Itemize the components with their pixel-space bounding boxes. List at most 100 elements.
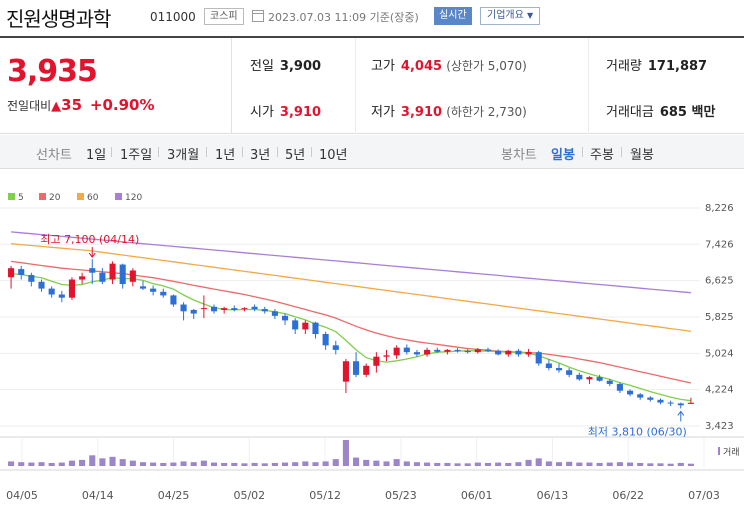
candle-body xyxy=(160,291,167,296)
volume-bar xyxy=(606,462,613,466)
volume-bar xyxy=(48,462,55,466)
volume-bar xyxy=(89,455,96,466)
x-tick-label: 06/22 xyxy=(612,489,644,502)
volume-bar xyxy=(282,462,289,466)
x-tick-label: 05/12 xyxy=(309,489,341,502)
company-overview-button[interactable]: 기업개요 ▼ xyxy=(480,7,541,25)
price-block: 3,935 전일대비▲35 +0.90% xyxy=(0,38,232,134)
volume-bar xyxy=(403,461,410,466)
price-chart[interactable]: 5 20 60 120 최고 7,100 (04/14) 최저 3,810 (06/30… xyxy=(0,170,744,513)
period-1d[interactable]: 1일 xyxy=(86,144,106,163)
candle-body xyxy=(393,347,400,356)
low-price: 저가 3,910 (하한가 2,730) xyxy=(371,101,527,120)
stock-header: 진원생명과학 011000 코스피 2023.07.03 11:09 기준(장중… xyxy=(0,0,744,34)
volume-bar xyxy=(79,459,86,466)
separator xyxy=(206,147,207,157)
candle-body xyxy=(525,352,532,355)
candle-daily[interactable]: 일봉 xyxy=(551,144,575,163)
legend-label: 120 xyxy=(125,193,142,203)
x-tick-label: 04/25 xyxy=(158,489,190,502)
candle-monthly[interactable]: 월봉 xyxy=(630,144,654,163)
y-tick-label: 5,024 xyxy=(705,348,734,359)
volume-bar xyxy=(616,462,623,466)
candle-body xyxy=(373,356,380,366)
volume-value: 171,887 xyxy=(647,59,708,74)
candle-body xyxy=(342,361,349,382)
high-value: 4,045 xyxy=(400,59,443,74)
volume-bar xyxy=(596,462,603,466)
volume-bar xyxy=(18,462,25,466)
period-10y[interactable]: 10년 xyxy=(319,144,348,163)
separator xyxy=(311,147,312,157)
volume-bar xyxy=(58,462,65,466)
candle-body xyxy=(535,352,542,364)
volume-bar xyxy=(545,461,552,466)
divider xyxy=(355,38,356,134)
candle-body xyxy=(495,350,502,355)
separator xyxy=(277,147,278,157)
candle-body xyxy=(302,322,309,330)
volume-bar xyxy=(28,462,35,466)
candle-body xyxy=(616,383,623,391)
candle-body xyxy=(687,402,694,404)
volume-bar xyxy=(515,462,522,466)
market-badge: 코스피 xyxy=(204,8,244,25)
volume-bar xyxy=(221,462,228,466)
candle-body xyxy=(566,370,573,375)
period-1y[interactable]: 1년 xyxy=(215,144,235,163)
candle-body xyxy=(89,268,96,273)
volume-bar xyxy=(271,462,278,466)
x-tick-label: 05/02 xyxy=(233,489,265,502)
candle-body xyxy=(515,350,522,355)
period-3m[interactable]: 3개월 xyxy=(167,144,199,163)
volume-bar xyxy=(261,463,268,466)
legend-swatch xyxy=(39,193,46,200)
prev-close-value: 3,900 xyxy=(279,59,322,74)
separator xyxy=(621,147,622,157)
period-1w[interactable]: 1주일 xyxy=(120,144,152,163)
volume-bar xyxy=(353,457,360,466)
candlesticks xyxy=(8,259,694,409)
candle-body xyxy=(627,390,634,395)
candle-weekly[interactable]: 주봉 xyxy=(590,144,614,163)
volume-bar xyxy=(312,462,319,466)
candle-body xyxy=(170,295,177,305)
change-percent: +0.90% xyxy=(89,96,155,114)
y-tick-label: 5,825 xyxy=(705,312,734,323)
volume-bar xyxy=(210,462,218,466)
candle-body xyxy=(8,268,15,278)
candle-body xyxy=(58,294,65,298)
volume-bar xyxy=(424,462,431,466)
volume-bar xyxy=(363,459,370,466)
candle-body xyxy=(251,306,258,310)
period-5y[interactable]: 5년 xyxy=(285,144,305,163)
candle-body xyxy=(555,368,563,371)
candle-body xyxy=(484,349,492,351)
candle-body xyxy=(312,322,319,334)
y-tick-label: 3,423 xyxy=(705,421,734,432)
stock-code: 011000 xyxy=(150,10,196,24)
change-line: 전일대비▲35 +0.90% xyxy=(7,96,154,114)
candle-body xyxy=(282,315,289,321)
prev-close-label: 전일 xyxy=(250,59,274,74)
y-tick-label: 8,226 xyxy=(705,203,734,214)
candle-body xyxy=(292,320,299,330)
candle-body xyxy=(637,394,644,398)
period-bar: 선차트 1일 1주일 3개월 1년 3년 5년 10년 봉차트 일봉 주봉 월봉 xyxy=(0,135,744,169)
volume-bar xyxy=(525,459,532,466)
volume-bar xyxy=(393,459,400,466)
x-tick-label: 05/23 xyxy=(385,489,417,502)
candle-body xyxy=(403,347,410,353)
period-3y[interactable]: 3년 xyxy=(250,144,270,163)
y-tick-label: 7,426 xyxy=(705,239,734,250)
low-value: 3,910 xyxy=(400,105,443,120)
candle-body xyxy=(413,352,420,355)
open-label: 시가 xyxy=(250,105,274,120)
open-value: 3,910 xyxy=(279,105,322,120)
volume-bar xyxy=(444,462,451,466)
x-tick-label: 06/01 xyxy=(461,489,493,502)
candle-body xyxy=(586,377,593,380)
x-tick-label: 06/13 xyxy=(537,489,569,502)
candle-body xyxy=(677,403,684,406)
realtime-button[interactable]: 실시간 xyxy=(434,7,472,25)
